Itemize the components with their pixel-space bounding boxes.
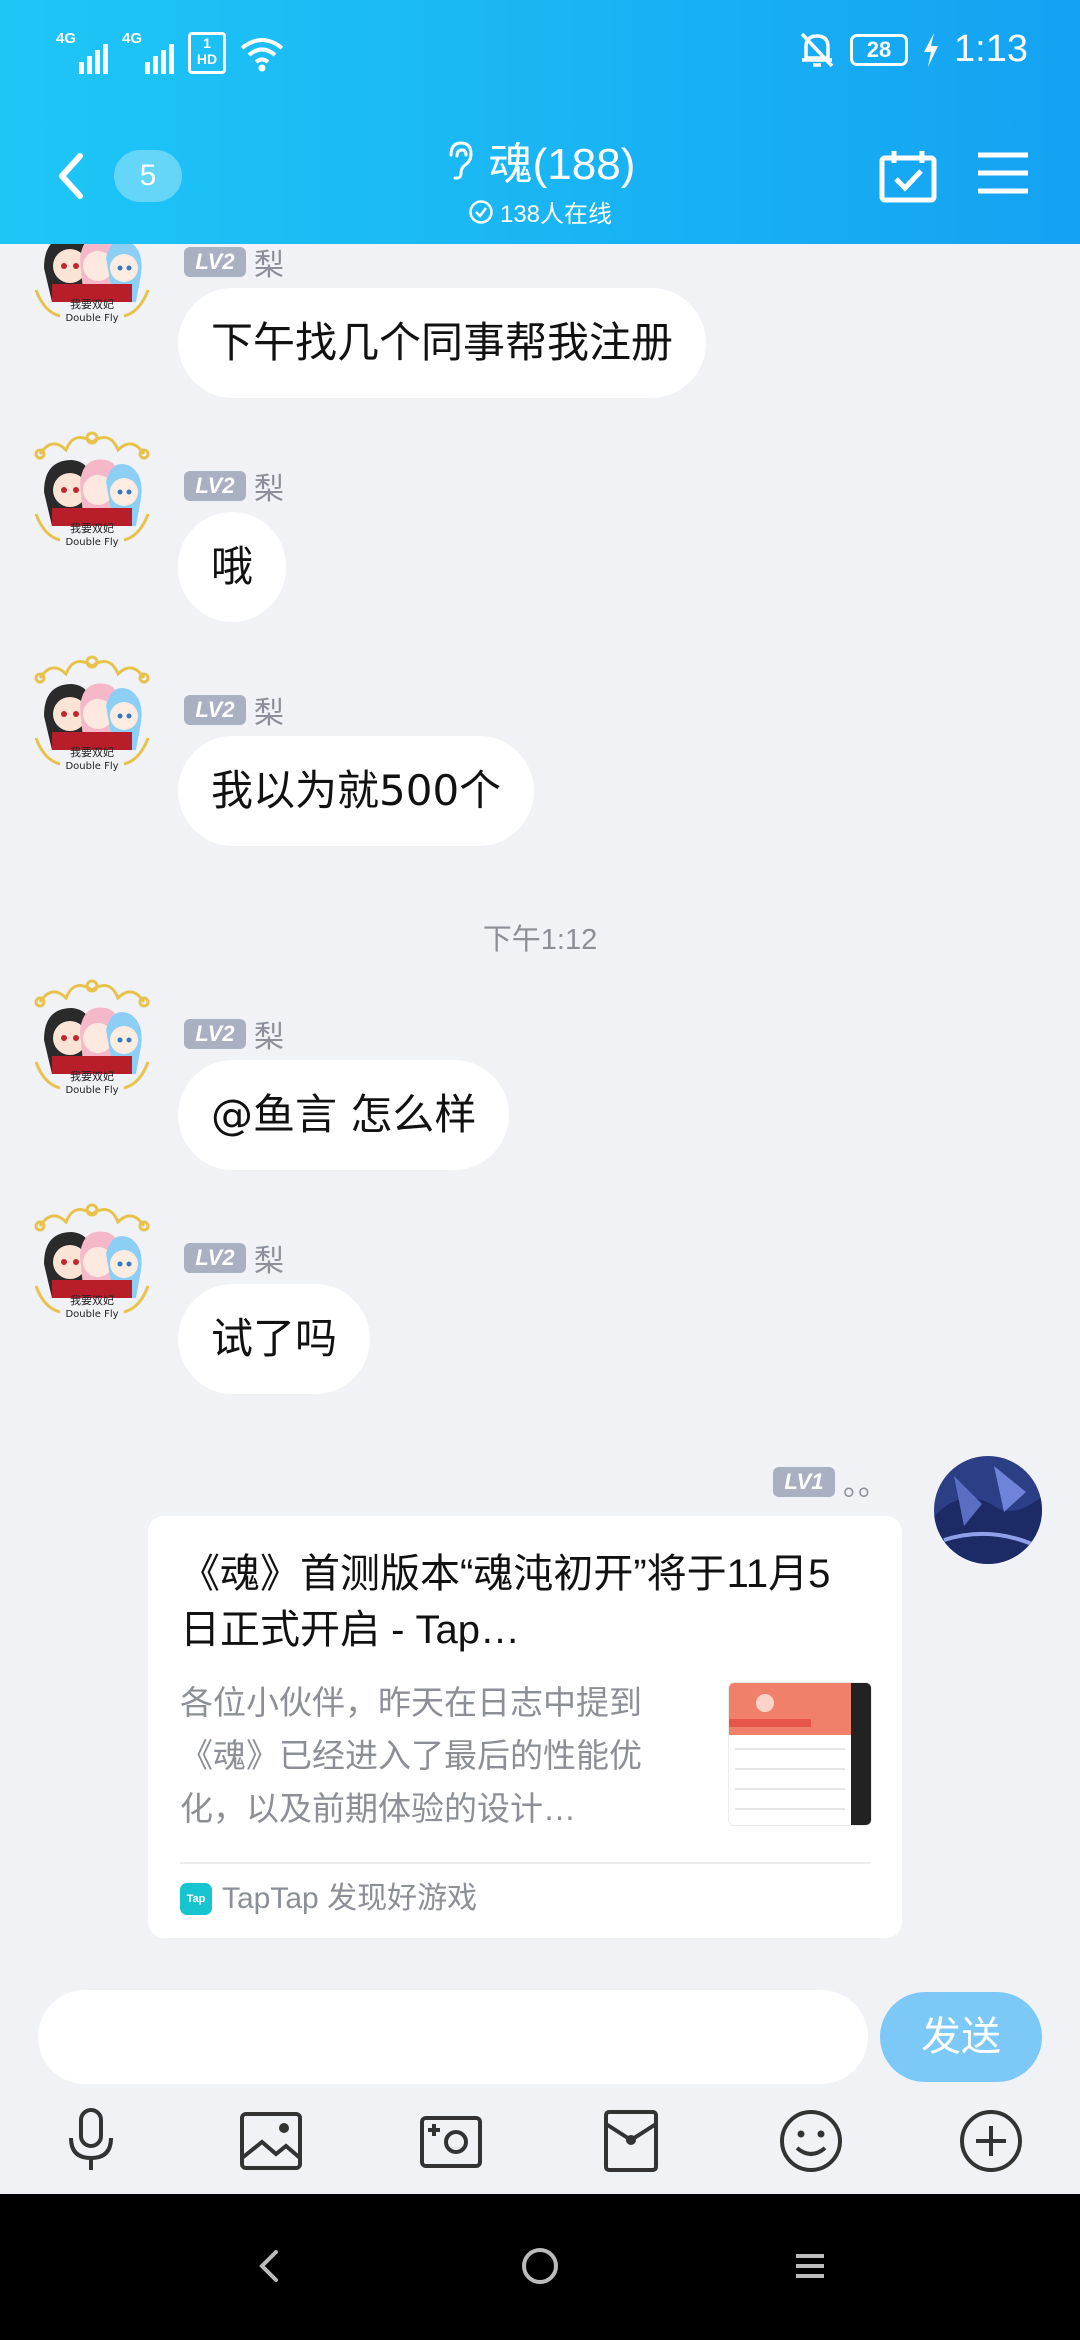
online-check-icon [469, 199, 493, 224]
avatar-caption: 我要双妃 [70, 521, 114, 535]
status-right: 28 1:13 [798, 28, 1028, 71]
hamburger-menu-icon[interactable] [976, 150, 1030, 196]
avatar-image: 我要双妃 Double Fly [34, 979, 150, 1096]
sender-name[interactable]: 梨 [254, 688, 284, 732]
avatar-caption: 我要双妃 [70, 1293, 114, 1307]
avatar[interactable]: 我要双妃 Double Fly [30, 648, 154, 772]
avatar[interactable]: 我要双妃 Double Fly [30, 424, 154, 548]
network-type-2: 4G [122, 30, 143, 47]
avatar-caption-sub: Double Fly [65, 761, 118, 772]
red-packet-icon[interactable] [596, 2106, 666, 2176]
link-card-source-name: TapTap 发现好游戏 [222, 1882, 478, 1915]
sender-info: LV2 梨 [184, 1236, 284, 1280]
nav-home-icon[interactable] [510, 2236, 570, 2296]
avatar[interactable]: 我要双妃 Double Fly [30, 1196, 154, 1320]
message-bubble[interactable]: 下午找几个同事帮我注册 [178, 288, 707, 398]
microphone-icon[interactable] [56, 2106, 126, 2176]
sender-name[interactable]: 梨 [254, 464, 284, 508]
image-icon[interactable] [236, 2106, 306, 2176]
signal-2-icon: 4G [122, 30, 174, 74]
group-title: 魂(188) [488, 140, 636, 189]
charging-icon [924, 32, 939, 67]
wifi-icon [240, 38, 284, 72]
sender-name[interactable]: 梨 [254, 1012, 284, 1056]
input-area: 发送 [0, 1966, 1080, 2194]
sender-info: LV2 梨 [184, 464, 284, 508]
avatar-caption-sub: Double Fly [65, 1309, 118, 1320]
avatar-image: 我要双妃 Double Fly [34, 1203, 150, 1320]
avatar-caption-sub: Double Fly [65, 1085, 118, 1096]
network-type-1: 4G [56, 30, 77, 47]
input-toolbar [0, 2106, 1080, 2186]
status-time: 1:13 [954, 28, 1028, 70]
sender-name[interactable]: 梨 [254, 244, 284, 284]
nav-back-icon[interactable] [240, 2236, 300, 2296]
level-badge: LV2 [184, 471, 246, 501]
calendar-check-icon[interactable] [878, 148, 938, 204]
self-avatar[interactable] [934, 1456, 1042, 1564]
avatar-image: 我要双妃 Double Fly [34, 655, 150, 772]
send-button[interactable]: 发送 [880, 1992, 1042, 2082]
avatar[interactable]: 我要双妃 Double Fly [30, 972, 154, 1096]
self-sender-info: LV1 。。 [773, 1460, 888, 1504]
link-card[interactable]: 《魂》首测版本“魂沌初开”将于11月5日正式开启 - Tap… 各位小伙伴，昨天… [148, 1516, 902, 1938]
level-badge: LV2 [184, 1019, 246, 1049]
taptap-logo-icon: Tap [180, 1883, 212, 1915]
message-bubble[interactable]: 试了吗 [178, 1284, 371, 1394]
status-left: 4G 4G 1 HD [56, 30, 284, 74]
battery-level: 28 [850, 33, 909, 66]
link-card-source: Tap TapTap 发现好游戏 [180, 1874, 477, 1924]
avatar-caption-sub: Double Fly [65, 313, 118, 324]
message-list[interactable]: 我要双妃 Double Fly LV2 梨 下午找几个同事帮我注册 我要双妃 D… [0, 244, 1080, 1966]
camera-icon[interactable] [416, 2106, 486, 2176]
signal-1-icon: 4G [56, 30, 108, 74]
sender-info: LV2 梨 [184, 1012, 284, 1056]
level-badge: LV2 [184, 247, 246, 277]
emoji-icon[interactable] [776, 2106, 846, 2176]
avatar-image: 我要双妃 Double Fly [34, 431, 150, 548]
mute-bell-icon [800, 32, 834, 67]
message-input[interactable] [38, 1990, 868, 2084]
avatar-image [934, 1456, 1042, 1564]
avatar-image: 我要双妃 Double Fly [34, 244, 150, 324]
link-card-title: 《魂》首测版本“魂沌初开”将于11月5日正式开启 - Tap… [180, 1552, 831, 1652]
avatar[interactable]: 我要双妃 Double Fly [30, 244, 154, 324]
avatar-caption: 我要双妃 [70, 297, 114, 311]
avatar-caption-sub: Double Fly [65, 537, 118, 548]
nav-menu-icon[interactable] [780, 2236, 840, 2296]
plus-icon[interactable] [956, 2106, 1026, 2176]
level-badge: LV1 [773, 1467, 835, 1497]
message-bubble[interactable]: 哦 [178, 512, 287, 622]
system-nav-bar [0, 2194, 1080, 2340]
avatar-caption: 我要双妃 [70, 1069, 114, 1083]
self-sender-name: 。。 [843, 1469, 888, 1502]
ear-icon [449, 141, 473, 180]
status-bar: 4G 4G 1 HD 28 1:13 [0, 0, 1080, 108]
chat-header: 4G 4G 1 HD 28 1:13 5 魂(188) 138人在线 [0, 0, 1080, 244]
link-card-description: 各位小伙伴，昨天在日志中提到《魂》已经进入了最后的性能优化，以及前期体验的设计… [180, 1684, 642, 1827]
hd-voice-icon: 1 HD [188, 32, 226, 74]
level-badge: LV2 [184, 695, 246, 725]
message-bubble[interactable]: 我以为就500个 [178, 736, 535, 846]
message-bubble[interactable]: @鱼言 怎么样 [178, 1060, 510, 1170]
link-card-thumbnail [728, 1682, 872, 1826]
link-card-divider [180, 1862, 870, 1864]
sender-info: LV2 梨 [184, 688, 284, 732]
online-count: 138人在线 [499, 201, 613, 228]
time-separator: 下午1:12 [482, 924, 598, 956]
level-badge: LV2 [184, 1243, 246, 1273]
sender-info: LV2 梨 [184, 244, 284, 284]
sender-name[interactable]: 梨 [254, 1236, 284, 1280]
avatar-caption: 我要双妃 [70, 745, 114, 759]
